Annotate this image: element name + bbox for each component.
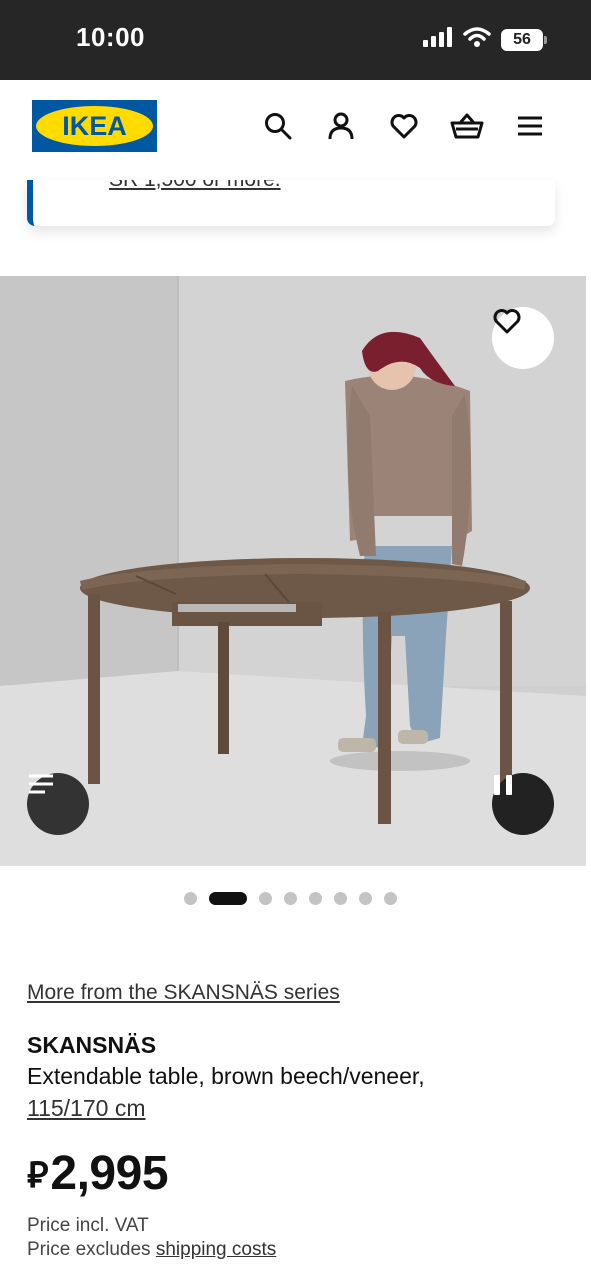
promo-link[interactable]: SR 1,500 or more.	[109, 180, 281, 192]
battery-indicator: 56	[501, 28, 547, 51]
product-media[interactable]	[0, 276, 586, 866]
favourites-icon[interactable]	[384, 106, 424, 146]
basket-icon[interactable]	[447, 106, 487, 146]
promo-banner: SR 1,500 or more.	[27, 180, 555, 226]
status-time: 10:00	[76, 22, 145, 52]
carousel-dot[interactable]	[384, 892, 397, 905]
carousel-dot[interactable]	[359, 892, 372, 905]
carousel-dot[interactable]	[184, 892, 197, 905]
product-size-link[interactable]: 115/170 cm	[27, 1095, 145, 1122]
status-bar: 10:00 56	[0, 0, 591, 80]
price-value: 2,995	[50, 1147, 169, 1200]
carousel-dot-active[interactable]	[209, 892, 247, 905]
menu-icon[interactable]	[510, 106, 550, 146]
carousel-dot[interactable]	[334, 892, 347, 905]
carousel-indicator	[184, 892, 397, 905]
product-name: SKANSNÄS	[27, 1032, 157, 1058]
ikea-logo[interactable]: IKEA	[32, 100, 157, 152]
wifi-icon	[463, 26, 491, 53]
carousel-dot[interactable]	[284, 892, 297, 905]
carousel-dot[interactable]	[259, 892, 272, 905]
search-icon[interactable]	[258, 106, 298, 146]
pause-icon	[494, 775, 512, 795]
pause-button[interactable]	[492, 773, 554, 835]
account-icon[interactable]	[321, 106, 361, 146]
shipping-costs-link[interactable]: shipping costs	[156, 1239, 276, 1260]
price-excludes-text: Price excludes	[27, 1239, 156, 1260]
heart-icon	[493, 309, 521, 334]
series-link[interactable]: More from the SKANSNÄS series	[27, 981, 340, 1005]
product-description: Extendable table, brown beech/veneer,	[27, 1063, 425, 1089]
status-icons: 56	[423, 26, 547, 53]
image-list-button[interactable]	[27, 773, 89, 835]
currency-symbol: ⃁	[27, 1154, 49, 1195]
favourite-button[interactable]	[492, 307, 554, 369]
header-actions	[258, 106, 550, 146]
price-vat-note: Price incl. VAT	[27, 1215, 149, 1236]
carousel-dot[interactable]	[309, 892, 322, 905]
logo-text: IKEA	[36, 106, 153, 146]
product-price: ⃁ 2,995	[27, 1146, 169, 1201]
list-icon	[29, 774, 53, 794]
price-excludes-note: Price excludes shipping costs	[27, 1239, 276, 1261]
site-header: IKEA	[0, 80, 591, 180]
cellular-signal-icon	[423, 27, 453, 52]
